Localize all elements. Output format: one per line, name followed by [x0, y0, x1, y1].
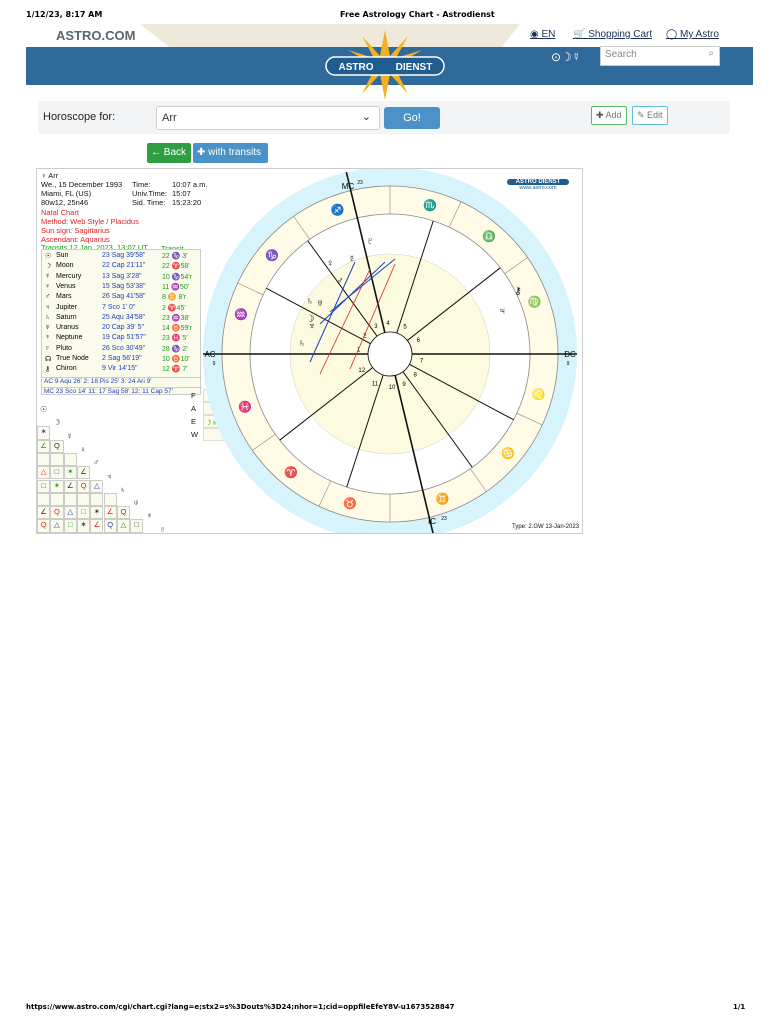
print-datetime: 1/12/23, 8:17 AM	[26, 10, 103, 19]
arrow-left-icon: ←	[151, 147, 164, 158]
search-placeholder: Search	[605, 49, 637, 60]
go-button[interactable]: Go!	[384, 107, 440, 129]
zodiac-sign: ♒	[234, 308, 248, 321]
mc-degree: 23	[357, 180, 363, 186]
house-number: 12	[358, 368, 365, 374]
zodiac-sign: ♉	[343, 497, 357, 510]
cart-icon: 🛒	[573, 29, 589, 40]
with-transits-button[interactable]: ✚ with transits	[193, 143, 268, 163]
my-astro-label: My Astro	[679, 29, 719, 40]
astrodienst-logo[interactable]: ASTRO DIENST	[320, 28, 450, 100]
user-icon: ◯	[666, 29, 680, 40]
zodiac-sign: ♓	[238, 401, 252, 414]
edit-label: Edit	[647, 110, 663, 120]
ac-degree: 9	[213, 361, 216, 367]
globe-icon: ◉	[530, 29, 542, 40]
zodiac-sign: ♏	[423, 199, 437, 212]
with-transits-label: with transits	[208, 147, 261, 158]
planet-glyph: ♇	[366, 236, 374, 247]
planet-glyph: ☿	[348, 254, 356, 265]
house-number: 11	[372, 381, 379, 387]
back-button[interactable]: ← Back	[147, 143, 191, 163]
zodiac-sign: ♊	[436, 493, 450, 506]
zodiac-sign: ♍	[528, 295, 542, 308]
plus-icon: ✚	[197, 147, 209, 158]
planet-glyph: ⚷	[514, 286, 521, 297]
planet-glyph: ♃	[498, 306, 506, 317]
cart-label: Shopping Cart	[588, 29, 653, 40]
search-input[interactable]: Search ⌕	[600, 46, 720, 66]
planet-glyph: ♂	[336, 276, 344, 287]
chart-logo-url: www.astro.com	[519, 185, 557, 191]
edit-icon: ✎	[637, 110, 648, 120]
add-button[interactable]: ✚ Add	[591, 106, 627, 125]
ac-label: AC	[204, 350, 215, 359]
language-link[interactable]: ◉ EN	[530, 29, 555, 40]
chart-image: ♀ Arr We., 15 December 1993 Miami, FL (U…	[36, 168, 583, 534]
zodiac-sign: ♐	[330, 203, 344, 216]
horoscope-for-label: Horoscope for:	[43, 111, 116, 123]
chart-wheel: ♒♑♐ ♏♎♍♌♋♊♉♈♓123456789101112MC 23IC 23AC9DC…	[203, 169, 577, 533]
print-title: Free Astrology Chart - Astrodienst	[340, 10, 495, 19]
dc-degree: 9	[567, 361, 570, 367]
horoscope-select[interactable]: Arr ⌄	[156, 106, 380, 130]
mc-label: MC	[342, 182, 355, 191]
shopping-cart-link[interactable]: 🛒 Shopping Cart	[573, 29, 652, 40]
edit-button[interactable]: ✎ Edit	[632, 106, 668, 125]
zodiac-sign: ♈	[284, 466, 298, 479]
planet-glyph: ♄	[298, 338, 306, 349]
chart-footer: Type: 2.GW 13-Jan-2023	[512, 524, 580, 530]
planet-glyph: ♆	[308, 321, 316, 332]
add-label: Add	[605, 110, 622, 120]
planet-glyph: ♅	[316, 298, 324, 309]
back-label: Back	[163, 147, 187, 158]
selected-value: Arr	[162, 112, 177, 124]
ic-label: IC	[428, 517, 436, 526]
site-logo[interactable]: ASTRO.COM	[56, 28, 135, 43]
zodiac-sign: ♋	[501, 447, 515, 460]
zodiac-sign: ♌	[532, 388, 546, 401]
planet-glyph: ♀	[326, 258, 334, 269]
search-icon[interactable]: ⌕	[708, 48, 714, 59]
brand-right: DIENST	[396, 62, 433, 73]
zodiac-sign: ♑	[265, 249, 279, 262]
language-label: EN	[541, 29, 556, 40]
ic-degree: 23	[441, 516, 447, 522]
print-url: https://www.astro.com/cgi/chart.cgi?lang…	[26, 1003, 455, 1011]
chart-logo: ASTRO DIENST www.astro.com	[507, 173, 569, 191]
print-page: 1/1	[733, 1003, 746, 1011]
brand-left: ASTRO	[339, 62, 374, 73]
planet-glyph: ♄	[306, 296, 314, 307]
center-circle	[367, 331, 413, 377]
my-astro-link[interactable]: ◯ My Astro	[666, 29, 719, 40]
dc-label: DC	[564, 350, 576, 359]
plus-icon: ✚	[596, 110, 606, 120]
astro-symbols-link[interactable]: ⊙☽☿	[551, 50, 581, 64]
house-number: 10	[389, 385, 396, 391]
zodiac-sign: ♎	[482, 230, 496, 243]
chevron-down-icon: ⌄	[361, 111, 371, 123]
